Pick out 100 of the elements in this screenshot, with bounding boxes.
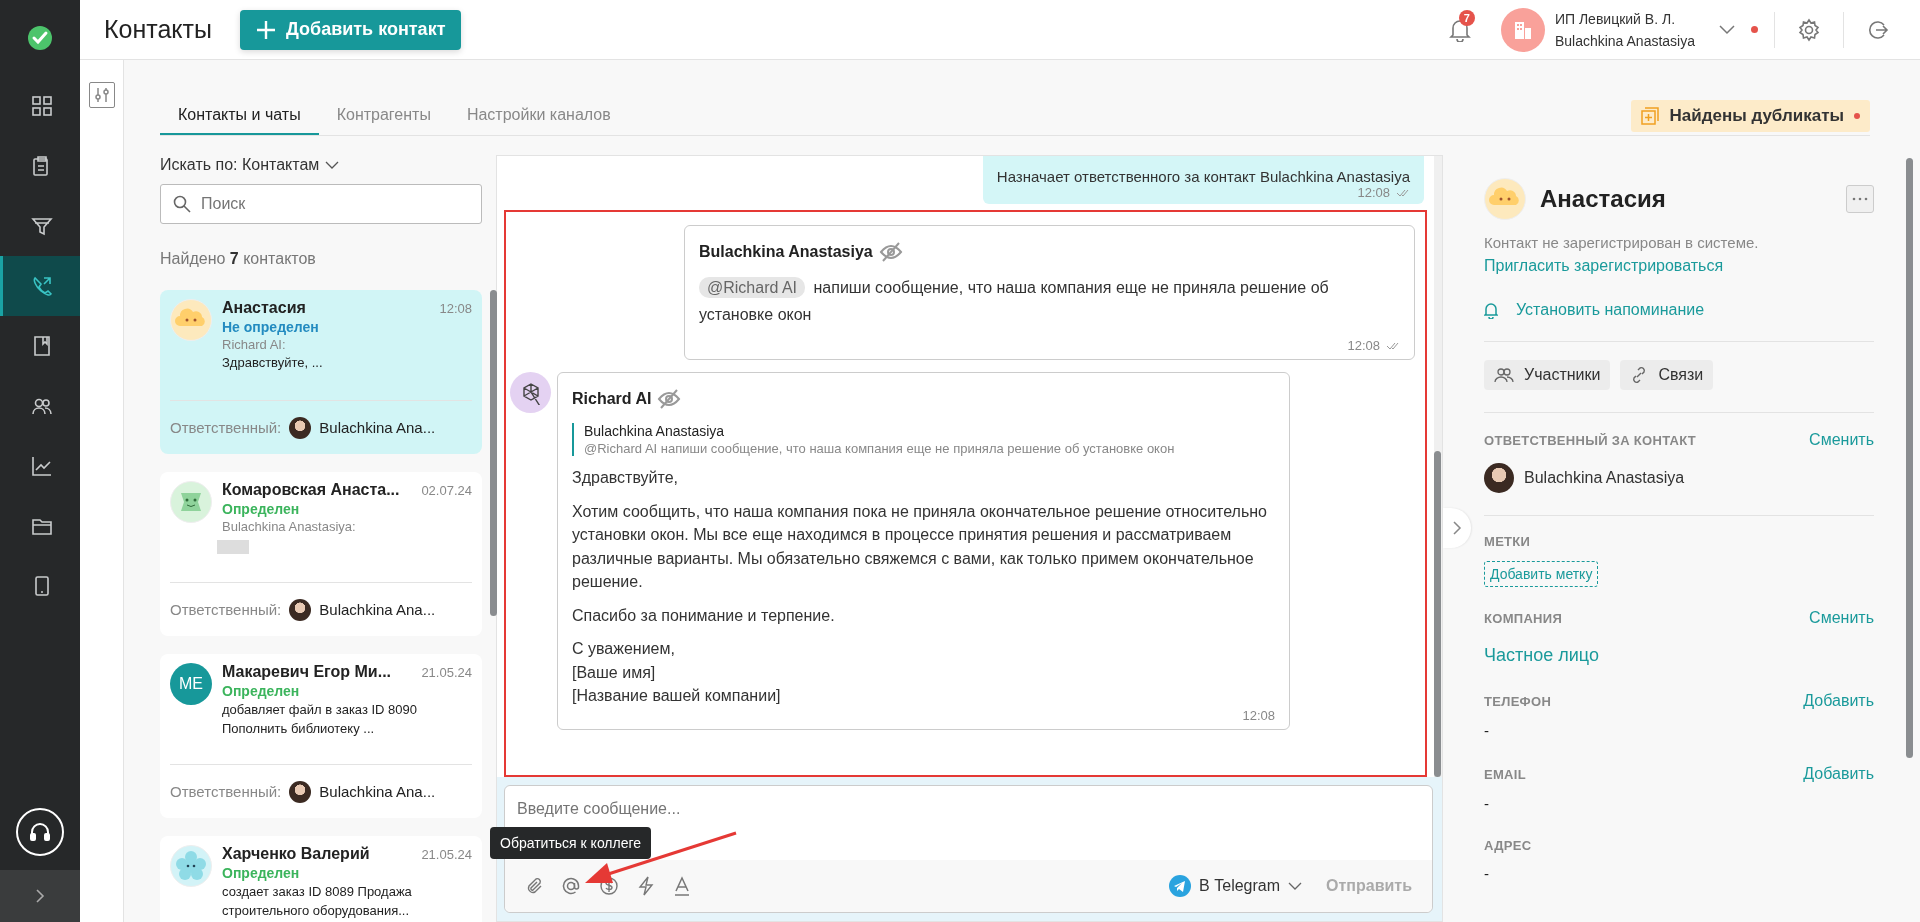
section-label: ТЕЛЕФОН [1484, 693, 1552, 709]
user-avatar-icon [289, 416, 312, 439]
set-reminder-link[interactable]: Установить напоминание [1484, 301, 1705, 319]
cloud-mascot-avatar-icon [170, 299, 212, 341]
text-format-icon[interactable] [673, 876, 691, 896]
message-text: [Название вашей компании] [572, 686, 782, 706]
tab[interactable]: Контакты и чаты [160, 100, 319, 135]
links-button[interactable]: Связи [1620, 360, 1714, 390]
caret-icon [325, 160, 340, 170]
last-message-sender: Bulachkina Anastasiya: [222, 519, 356, 534]
at-sign-icon[interactable] [561, 876, 581, 896]
quote-author: Bulachkina Anastasiya [584, 423, 726, 439]
message-time: 12:08 [1242, 707, 1275, 723]
chevron-right-icon [1452, 521, 1462, 535]
bell-icon [1484, 301, 1498, 319]
panel-toggle-button[interactable] [1443, 508, 1471, 548]
tab[interactable]: Настройки каналов [448, 100, 629, 135]
message-text: @Richard AI напиши сообщение, что наша компания еще не приняла решение об установке окон [699, 276, 1330, 325]
tab[interactable]: Контрагенты [318, 100, 449, 135]
message-text: С уважением, [572, 639, 676, 659]
scrollbar-thumb[interactable] [1434, 451, 1441, 777]
contact-card[interactable]: Харченко Валерий 21.05.24 Определен создает заказ ID 8089 Продажа строительного оборудования... [160, 836, 482, 922]
contact-name: Макаревич Егор Ми... [222, 663, 392, 681]
nav-contacts-button[interactable] [0, 256, 80, 316]
message-time: 12:08 [1347, 338, 1380, 353]
section-label: EMAIL [1484, 766, 1526, 782]
cloud-mascot-avatar-icon [1484, 178, 1526, 220]
responsible-name: Bulachkina Ana... [319, 419, 436, 436]
channel-dropdown[interactable]: В Telegram [1169, 875, 1303, 897]
registration-note: Контакт не зарегистрирован в системе. [1484, 234, 1759, 251]
message-time: 12:08 [439, 301, 472, 316]
flower-mascot-avatar-icon [170, 845, 212, 887]
message-time: 12:08 [1357, 185, 1390, 200]
user-avatar-icon [1484, 463, 1514, 493]
contacts-found-count: Найдено 7 контактов [160, 250, 317, 268]
contact-card[interactable]: Комаровская Анаста... 02.07.24 Определен Bulachkina Anastasiya: Ответственный: Bulachkina Ana... [160, 472, 482, 636]
message-text: Спасибо за понимание и терпение. [572, 605, 836, 626]
settings-icon[interactable] [1797, 17, 1821, 42]
telegram-icon [1169, 875, 1192, 897]
responsible-name: Bulachkina Ana... [319, 783, 436, 800]
contact-card[interactable]: Анастасия 12:08 Не определен Richard AI: Здравствуйте, ... Ответственный: Bulachkina Ana... [160, 290, 482, 454]
filter-button[interactable] [88, 82, 115, 108]
message-time: 02.07.24 [421, 483, 472, 498]
message-time: 21.05.24 [421, 847, 472, 862]
contact-name: Анастасия [1540, 185, 1666, 213]
section-label: АДРЕС [1484, 838, 1532, 853]
caret-icon [1288, 881, 1303, 891]
page-title: Контакты [104, 15, 212, 44]
plus-icon [256, 19, 276, 40]
dots-icon [1852, 197, 1868, 201]
paperclip-icon[interactable] [525, 877, 543, 895]
add-tag-button[interactable]: Добавить метку [1484, 561, 1599, 587]
scrollbar-thumb[interactable] [490, 290, 497, 616]
chevron-right-icon [35, 889, 45, 903]
message-text: Назначает ответственного за контакт Bulachkina Anastasiya [996, 168, 1410, 185]
duplicates-found-label: Найдены дубликаты [1669, 106, 1844, 126]
responsible-label: Ответственный: [170, 419, 282, 436]
notification-count-badge: 7 [1458, 9, 1475, 26]
add-link[interactable]: Добавить [1803, 692, 1874, 710]
support-headset-button[interactable] [16, 808, 64, 856]
field-value: - [1484, 865, 1489, 882]
add-link[interactable]: Добавить [1803, 765, 1874, 783]
change-link[interactable]: Сменить [1809, 431, 1874, 449]
tooltip: Обратиться к коллеге [490, 827, 652, 859]
field-value: - [1484, 795, 1489, 812]
responsible-label: Ответственный: [170, 601, 282, 618]
caret-icon[interactable] [1719, 24, 1735, 35]
search-field[interactable]: Поиск [160, 184, 482, 224]
duplicates-found-button[interactable]: Найдены дубликаты [1631, 100, 1870, 132]
company-link[interactable]: Частное лицо [1484, 645, 1599, 666]
headset-icon [28, 820, 52, 844]
message-text: [Ваше имя] [572, 662, 657, 683]
contact-status: Не определен [222, 319, 319, 335]
field-value: - [1484, 722, 1489, 739]
message-text: Хотим сообщить, что наша компания пока не приняла окончательное решение относительно установки окон. Мы все еще находимся в процессе принятия решения и рассматриваем различные варианты. Мы обязательно свяжемся с вами, как только примем окончательное решение. [572, 501, 1268, 592]
search-by-dropdown[interactable]: Искать по: Контактам [160, 156, 340, 174]
robot-mascot-avatar-icon [170, 481, 212, 523]
lightning-icon[interactable] [637, 876, 655, 896]
mention-chip[interactable]: @Richard AI [699, 277, 806, 298]
message-author: Richard AI [572, 390, 652, 408]
contact-initials-avatar: ME [170, 663, 212, 705]
add-contact-button[interactable]: Добавить контакт [240, 9, 462, 50]
last-message-preview: добавляет файл в заказ ID 8090 Пополнить библиотеку ... [222, 701, 419, 738]
contact-card[interactable]: ME Макаревич Егор Ми... 21.05.24 Определен добавляет файл в заказ ID 8090 Пополнить библиотеку ... Ответственный: Bulachkina Ana... [160, 654, 482, 818]
last-message-sender: Richard AI: [222, 337, 286, 352]
user-avatar-icon [289, 780, 312, 803]
contact-status: Определен [222, 865, 300, 881]
section-label: МЕТКИ [1484, 534, 1531, 549]
section-label: КОМПАНИЯ [1484, 610, 1563, 626]
scrollbar-thumb[interactable] [1906, 158, 1913, 758]
people-icon [1494, 366, 1514, 384]
user-avatar-icon [289, 598, 312, 621]
grid-icon [30, 95, 53, 117]
hidden-eye-icon [878, 242, 903, 262]
invite-link[interactable]: Пригласить зарегистрироваться [1484, 257, 1724, 275]
contact-name: Комаровская Анаста... [222, 481, 400, 499]
contact-status: Определен [222, 501, 300, 517]
participants-button[interactable]: Участники [1484, 360, 1611, 390]
change-link[interactable]: Сменить [1809, 609, 1874, 627]
search-input[interactable]: Поиск [199, 194, 469, 214]
